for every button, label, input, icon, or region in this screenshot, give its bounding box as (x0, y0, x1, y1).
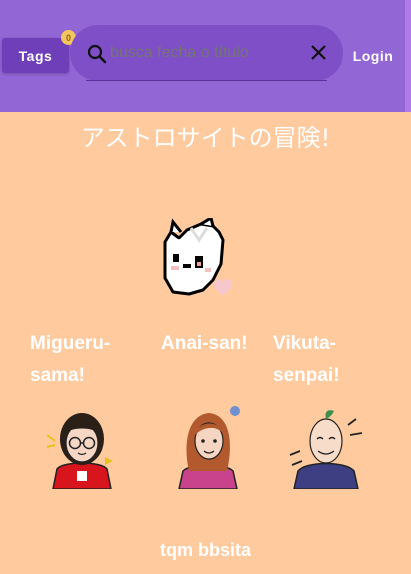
search-bar[interactable] (70, 25, 343, 81)
app-header: Tags 0 Login (0, 0, 411, 112)
pixel-cat-icon (163, 218, 233, 296)
search-underline (86, 80, 327, 81)
team-member-name-2: Anai-san! (161, 333, 248, 354)
bald-man-avatar (289, 410, 363, 489)
team-member-name-1: Migueru-sama! (30, 333, 111, 386)
footer-text: tqm bbsita (159, 540, 251, 560)
tags-button[interactable]: Tags (2, 38, 69, 73)
header-edge (405, 0, 411, 112)
close-icon[interactable] (310, 44, 327, 61)
girl-glasses-avatar (46, 413, 113, 489)
search-icon (87, 44, 107, 64)
search-input[interactable] (110, 39, 300, 67)
girl-long-hair-avatar (178, 406, 240, 489)
page-title: アストロサイトの冒険! (80, 124, 331, 152)
team-member-name-3: Vikuta-senpai! (273, 333, 340, 386)
login-button[interactable]: Login (346, 38, 400, 73)
